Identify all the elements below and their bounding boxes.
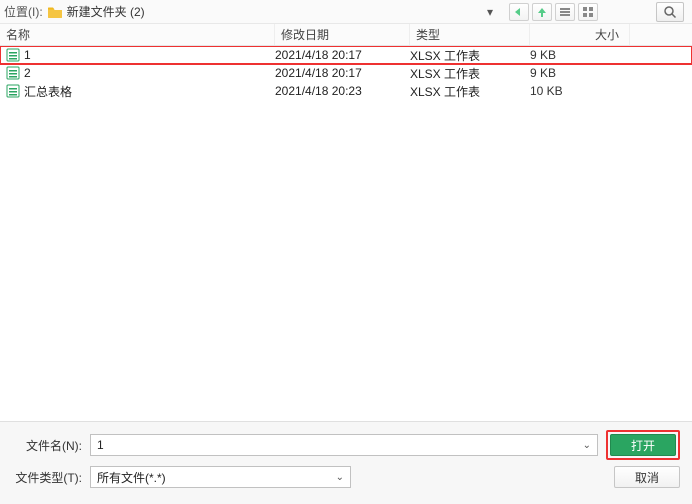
list-header: 名称 修改日期 类型 大小 (0, 24, 692, 46)
filename-value: 1 (97, 438, 104, 452)
chevron-down-icon[interactable]: ⌄ (583, 440, 591, 451)
file-type: XLSX 工作表 (410, 83, 530, 100)
xlsx-file-icon (6, 48, 20, 62)
bottom-panel: 文件名(N): 1 ⌄ 打开 文件类型(T): 所有文件(*.*) ⌄ 取消 (0, 421, 692, 504)
file-name: 汇总表格 (24, 83, 72, 100)
back-icon[interactable] (509, 3, 529, 21)
col-header-name[interactable]: 名称 (0, 24, 275, 45)
folder-icon (47, 5, 63, 19)
path-dropdown[interactable]: ▾ (479, 5, 501, 19)
file-row[interactable]: 1 2021/4/18 20:17XLSX 工作表9 KB (0, 46, 692, 64)
xlsx-file-icon (6, 66, 20, 80)
file-size: 10 KB (530, 84, 630, 98)
location-label: 位置(I): (4, 3, 43, 20)
search-icon[interactable] (656, 2, 684, 22)
file-list: 12021/4/18 20:17XLSX 工作表9 KB22021/4/18 2… (0, 46, 692, 434)
col-header-date[interactable]: 修改日期 (275, 24, 410, 45)
cancel-button[interactable]: 取消 (614, 466, 680, 488)
file-date: 2021/4/18 20:17 (275, 66, 410, 80)
filetype-row: 文件类型(T): 所有文件(*.*) ⌄ 取消 (12, 464, 680, 490)
file-type: XLSX 工作表 (410, 65, 530, 82)
open-button[interactable]: 打开 (610, 434, 676, 456)
open-button-highlight: 打开 (606, 430, 680, 460)
filetype-label: 文件类型(T): (12, 469, 82, 486)
up-icon[interactable] (532, 3, 552, 21)
filename-row: 文件名(N): 1 ⌄ 打开 (12, 432, 680, 458)
file-name-cell: 1 (0, 48, 275, 62)
toolbar-icons (509, 3, 598, 21)
filename-input[interactable]: 1 ⌄ (90, 434, 598, 456)
file-row[interactable]: 2 2021/4/18 20:17XLSX 工作表9 KB (0, 64, 692, 82)
xlsx-file-icon (6, 84, 20, 98)
view-list-icon[interactable] (555, 3, 575, 21)
file-date: 2021/4/18 20:23 (275, 84, 410, 98)
file-size: 9 KB (530, 66, 630, 80)
view-grid-icon[interactable] (578, 3, 598, 21)
location-bar: 位置(I): 新建文件夹 (2) ▾ (0, 0, 692, 24)
file-date: 2021/4/18 20:17 (275, 48, 410, 62)
path-text: 新建文件夹 (2) (67, 3, 475, 20)
file-name-cell: 2 (0, 66, 275, 80)
col-header-size[interactable]: 大小 (530, 24, 630, 45)
file-name: 2 (24, 66, 31, 80)
filename-label: 文件名(N): (12, 437, 82, 454)
filetype-value: 所有文件(*.*) (97, 469, 166, 486)
file-name: 1 (24, 48, 31, 62)
chevron-down-icon[interactable]: ⌄ (336, 472, 344, 483)
file-name-cell: 汇总表格 (0, 83, 275, 100)
file-size: 9 KB (530, 48, 630, 62)
file-type: XLSX 工作表 (410, 47, 530, 64)
filetype-select[interactable]: 所有文件(*.*) ⌄ (90, 466, 351, 488)
file-row[interactable]: 汇总表格 2021/4/18 20:23XLSX 工作表10 KB (0, 82, 692, 100)
col-header-type[interactable]: 类型 (410, 24, 530, 45)
